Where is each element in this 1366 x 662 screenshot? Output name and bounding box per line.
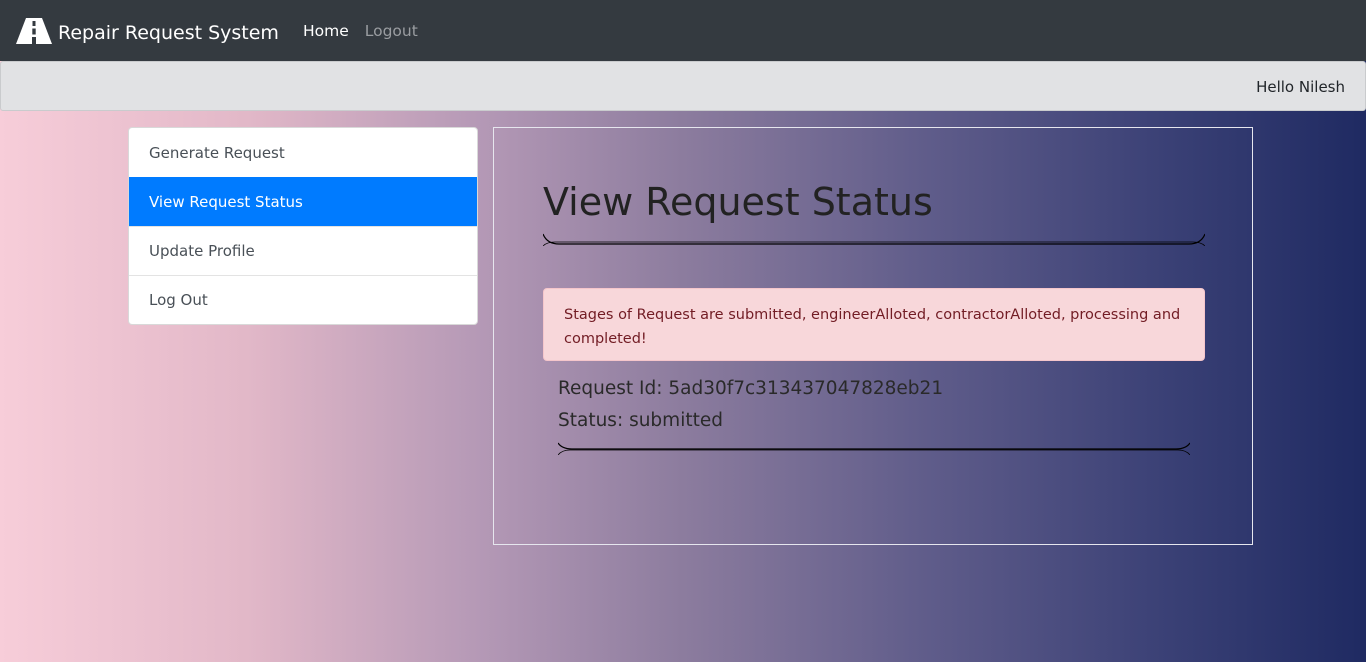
- greeting-text: Hello Nilesh: [1256, 78, 1345, 96]
- content-panel: View Request Status Stages of Request ar…: [493, 127, 1253, 545]
- stages-alert: Stages of Request are submitted, enginee…: [543, 288, 1205, 361]
- user-bar: Hello Nilesh: [0, 61, 1366, 111]
- title-divider: [543, 232, 1205, 246]
- side-menu: Generate Request View Request Status Upd…: [128, 127, 478, 325]
- brand-title: Repair Request System: [58, 21, 279, 44]
- brand[interactable]: Repair Request System: [16, 17, 279, 44]
- request-id-text: Request Id: 5ad30f7c313437047828eb21: [558, 378, 944, 399]
- nav-logout-link[interactable]: Logout: [365, 22, 418, 40]
- request-status-text: Status: submitted: [558, 410, 723, 431]
- top-navbar: Repair Request System Home Logout: [0, 0, 1366, 61]
- menu-item-update-profile[interactable]: Update Profile: [129, 226, 477, 275]
- nav-home-link[interactable]: Home: [303, 22, 349, 40]
- menu-item-generate-request[interactable]: Generate Request: [129, 128, 477, 177]
- road-icon: [16, 17, 52, 44]
- page-title: View Request Status: [543, 180, 933, 224]
- menu-item-view-request-status[interactable]: View Request Status: [129, 177, 477, 226]
- result-divider: [558, 441, 1190, 455]
- menu-item-log-out[interactable]: Log Out: [129, 275, 477, 324]
